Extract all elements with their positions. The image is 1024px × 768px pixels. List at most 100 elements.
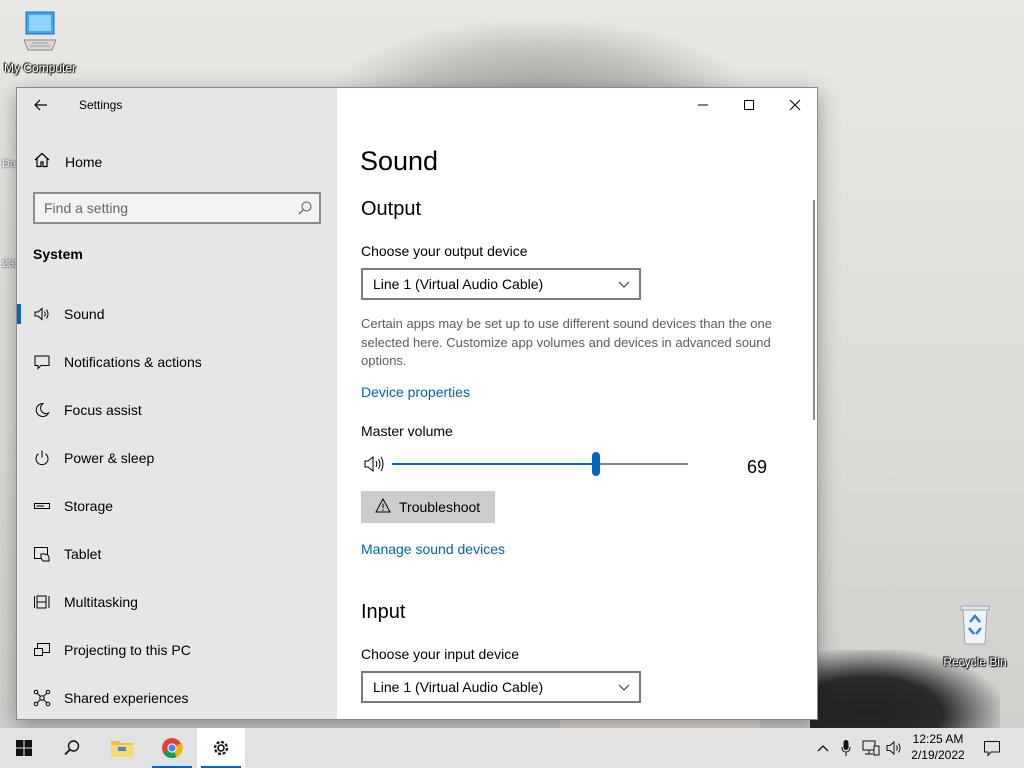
sidebar-item-label: Shared experiences — [64, 690, 189, 706]
file-explorer-button[interactable] — [98, 728, 146, 768]
moon-icon — [33, 401, 51, 419]
desktop-icon-recycle-bin[interactable]: Recycle Bin — [935, 604, 1015, 669]
title-bar: Settings — [17, 88, 337, 122]
desktop-icon-my-computer[interactable]: My Computer — [0, 10, 80, 75]
sidebar-item-focus-assist[interactable]: Focus assist — [17, 386, 337, 434]
app-title: Settings — [79, 98, 123, 112]
chevron-down-icon — [617, 277, 631, 294]
troubleshoot-label: Troubleshoot — [399, 499, 481, 515]
settings-taskbar-button[interactable] — [197, 728, 245, 768]
close-icon — [789, 99, 801, 111]
clock-date: 2/19/2022 — [911, 748, 965, 762]
sidebar-item-label: Projecting to this PC — [64, 642, 191, 658]
file-explorer-icon — [111, 741, 133, 757]
notification-icon — [33, 353, 51, 371]
clock-time: 12:25 AM — [912, 732, 964, 746]
sidebar-item-label: Focus assist — [64, 402, 142, 418]
chrome-button[interactable] — [148, 728, 196, 768]
sidebar-item-storage[interactable]: Storage — [17, 482, 337, 530]
output-device-value: Line 1 (Virtual Audio Cable) — [373, 276, 544, 292]
action-center-button[interactable] — [980, 728, 1004, 768]
back-arrow-icon — [34, 99, 47, 111]
sidebar-item-shared-experiences[interactable]: Shared experiences — [17, 674, 337, 719]
close-button[interactable] — [772, 88, 817, 122]
search-box[interactable] — [33, 192, 321, 224]
page-title: Sound — [360, 146, 439, 176]
recycle-bin-icon — [935, 604, 1015, 653]
chevron-up-icon — [817, 745, 829, 752]
master-volume-slider-track[interactable] — [392, 463, 688, 465]
master-volume-slider-fill — [392, 463, 597, 465]
search-icon — [64, 740, 80, 756]
sidebar-item-label: Notifications & actions — [64, 354, 202, 370]
master-volume-slider-thumb[interactable] — [592, 452, 601, 476]
sidebar-item-projecting[interactable]: Projecting to this PC — [17, 626, 337, 674]
taskbar-clock[interactable]: 12:25 AM 2/19/2022 — [905, 731, 971, 763]
sidebar-item-tablet[interactable]: Tablet — [17, 530, 337, 578]
device-properties-link[interactable]: Device properties — [361, 384, 470, 400]
sidebar-item-label: Home — [65, 154, 103, 170]
input-device-dropdown[interactable]: Line 1 (Virtual Audio Cable) — [361, 671, 641, 703]
microphone-icon — [841, 740, 851, 756]
home-icon — [33, 151, 51, 174]
desktop-icon-label: Recycle Bin — [943, 655, 1007, 669]
volume-tray-button[interactable] — [884, 728, 906, 768]
sidebar-item-label: Sound — [64, 306, 105, 322]
projecting-icon — [33, 641, 51, 659]
sidebar-item-label: Tablet — [64, 546, 102, 562]
sidebar-item-multitasking[interactable]: Multitasking — [17, 578, 337, 626]
network-tray-button[interactable] — [860, 728, 882, 768]
content-scrollbar[interactable] — [813, 200, 815, 420]
chrome-icon — [162, 738, 183, 758]
maximize-icon — [744, 100, 754, 110]
show-hidden-icons-button[interactable] — [812, 728, 834, 768]
search-input[interactable] — [35, 194, 285, 222]
desktop-stray-label: Da — [2, 158, 17, 170]
start-icon — [16, 740, 32, 756]
settings-icon — [213, 740, 229, 756]
sidebar: Settings Home System — [17, 88, 337, 719]
content-pane: Sound Output Choose your output device L… — [337, 88, 817, 719]
minimize-button[interactable] — [680, 88, 726, 122]
output-device-label: Choose your output device — [361, 243, 528, 259]
sidebar-item-sound[interactable]: Sound — [17, 290, 337, 338]
master-volume-value: 69 — [746, 457, 768, 477]
manage-sound-devices-link[interactable]: Manage sound devices — [361, 541, 505, 557]
output-heading: Output — [361, 198, 422, 220]
back-button[interactable] — [29, 94, 53, 116]
settings-window: Settings Home System — [16, 87, 818, 720]
sidebar-item-label: Storage — [64, 498, 114, 514]
sidebar-nav: Sound Notifications & actions Focus assi… — [17, 290, 337, 719]
minimize-icon — [698, 104, 708, 106]
storage-icon — [33, 497, 51, 515]
input-device-value: Line 1 (Virtual Audio Cable) — [373, 679, 544, 695]
computer-icon — [0, 10, 80, 59]
volume-icon[interactable] — [363, 454, 385, 479]
output-description: Certain apps may be set up to use differ… — [361, 316, 772, 368]
speaker-icon — [33, 305, 51, 323]
taskbar-search-button[interactable] — [48, 728, 96, 768]
troubleshoot-button[interactable]: Troubleshoot — [361, 491, 495, 523]
sidebar-item-home[interactable]: Home — [17, 148, 337, 176]
multitasking-icon — [33, 593, 51, 611]
input-heading: Input — [361, 601, 406, 623]
power-icon — [33, 449, 51, 467]
sidebar-item-label: Power & sleep — [64, 450, 155, 466]
shared-experiences-icon — [33, 689, 51, 707]
output-device-dropdown[interactable]: Line 1 (Virtual Audio Cable) — [361, 268, 641, 300]
warning-icon — [375, 497, 391, 516]
sidebar-section-heading: System — [33, 246, 83, 262]
action-center-icon — [984, 740, 1000, 757]
sidebar-item-power-sleep[interactable]: Power & sleep — [17, 434, 337, 482]
start-button[interactable] — [0, 728, 48, 768]
taskbar: 12:25 AM 2/19/2022 — [0, 728, 1024, 768]
microphone-tray-button[interactable] — [836, 728, 856, 768]
maximize-button[interactable] — [726, 88, 772, 122]
tablet-icon — [33, 545, 51, 563]
master-volume-label: Master volume — [361, 423, 453, 439]
sidebar-item-label: Multitasking — [64, 594, 138, 610]
volume-icon — [886, 740, 901, 756]
search-icon — [297, 200, 313, 221]
sidebar-item-notifications[interactable]: Notifications & actions — [17, 338, 337, 386]
input-device-label: Choose your input device — [361, 646, 519, 662]
